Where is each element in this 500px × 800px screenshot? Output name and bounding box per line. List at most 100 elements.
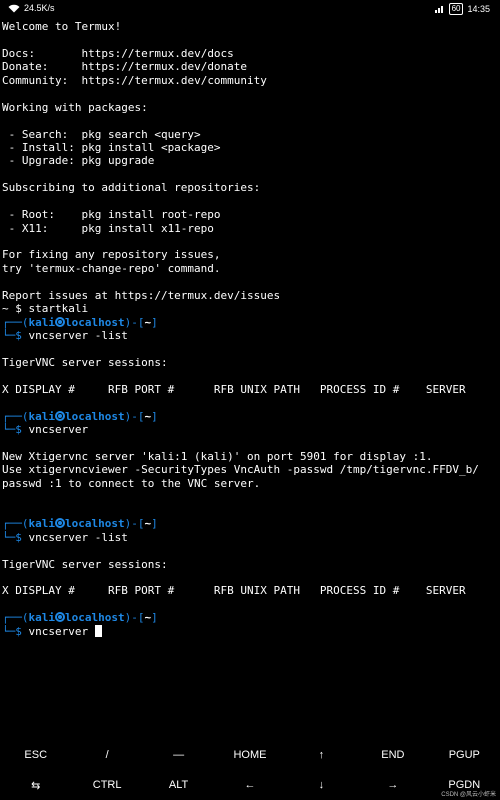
repos-heading: Subscribing to additional repositories: (2, 181, 261, 195)
prompt-host: localhost (65, 611, 125, 625)
command-text: vncserver -list (28, 530, 128, 544)
key-ctrl[interactable]: CTRL (71, 770, 142, 800)
prompt-top: ┌──(kali localhost)-[~] (2, 517, 498, 530)
prompt-symbol: └─$ (2, 423, 29, 437)
sessions-table-header: X DISPLAY # RFB PORT # RFB UNIX PATH PRO… (2, 584, 466, 598)
clock: 14:35 (467, 4, 490, 14)
prompt-frame: ] (151, 315, 158, 329)
fix-repo-line-1: For fixing any repository issues, (2, 248, 221, 262)
prompt-bottom: └─$ vncserver (2, 423, 498, 436)
community-line: Community: https://termux.dev/community (2, 74, 498, 87)
prompt-symbol: └─$ (2, 624, 29, 638)
active-prompt[interactable]: └─$ vncserver (2, 624, 498, 638)
docs-url: https://termux.dev/docs (81, 46, 234, 60)
key-left-arrow[interactable]: ← (214, 770, 285, 800)
prompt-top: ┌──(kali localhost)-[~] (2, 611, 498, 624)
kali-dragon-icon (55, 612, 65, 623)
docs-label: Docs: (2, 46, 36, 60)
sessions-heading: TigerVNC server sessions: (2, 557, 168, 571)
key-esc[interactable]: ESC (0, 740, 71, 770)
repo-root-line: - Root: pkg install root-repo (2, 208, 221, 222)
prompt-frame: )-[ (124, 517, 145, 531)
prompt-top: ┌──(kali localhost)-[~] (2, 410, 498, 423)
prompt-frame: )-[ (124, 409, 145, 423)
community-label: Community: (2, 73, 69, 87)
status-right: 60 14:35 (434, 3, 490, 15)
prompt-bottom: └─$ vncserver -list (2, 329, 498, 342)
key-dash[interactable]: — (143, 740, 214, 770)
key-tab[interactable]: ⇆ (0, 770, 71, 800)
prompt-frame: ┌──( (2, 315, 29, 329)
startkali-command: ~ $ startkali (2, 302, 89, 316)
key-up-arrow[interactable]: ↑ (286, 740, 357, 770)
sessions-heading: TigerVNC server sessions: (2, 355, 168, 369)
pkg-install-line: - Install: pkg install <package> (2, 140, 221, 154)
prompt-frame: ┌──( (2, 409, 29, 423)
community-url: https://termux.dev/community (81, 73, 267, 87)
prompt-frame: ┌──( (2, 611, 29, 625)
command-input[interactable]: vncserver (29, 625, 89, 638)
terminal-output[interactable]: Welcome to Termux! Docs: https://termux.… (2, 20, 498, 720)
prompt-symbol: └─$ (2, 530, 29, 544)
donate-url: https://termux.dev/donate (81, 60, 248, 74)
prompt-top: ┌──(kali localhost)-[~] (2, 316, 498, 329)
watermark: CSDN @风云小虾米 (441, 792, 496, 798)
prompt-frame: ] (151, 409, 158, 423)
donate-label: Donate: (2, 60, 49, 74)
key-home[interactable]: HOME (214, 740, 285, 770)
passwd-line: passwd :1 to connect to the VNC server. (2, 476, 261, 490)
extra-keys-bar: ESC / — HOME ↑ END PGUP ⇆ CTRL ALT ← ↓ →… (0, 740, 500, 800)
prompt-host: localhost (65, 517, 125, 531)
repo-x11-line: - X11: pkg install x11-repo (2, 221, 214, 235)
prompt-frame: ] (151, 611, 158, 625)
status-left: 24.5K/s (8, 3, 55, 13)
prompt-frame: ] (151, 517, 158, 531)
use-viewer-line: Use xtigervncviewer -SecurityTypes VncAu… (2, 463, 479, 477)
docs-line: Docs: https://termux.dev/docs (2, 47, 498, 60)
prompt-user: kali (28, 315, 56, 329)
network-speed: 24.5K/s (24, 3, 55, 13)
donate-line: Donate: https://termux.dev/donate (2, 60, 498, 73)
sessions-table-header: X DISPLAY # RFB PORT # RFB UNIX PATH PRO… (2, 382, 466, 396)
status-bar: 24.5K/s 60 14:35 (0, 0, 500, 18)
pkg-search-line: - Search: pkg search <query> (2, 127, 201, 141)
pkg-upgrade-line: - Upgrade: pkg upgrade (2, 154, 155, 168)
key-pgup[interactable]: PGUP (429, 740, 500, 770)
prompt-frame: )-[ (124, 315, 145, 329)
prompt-host: localhost (65, 315, 125, 329)
welcome-line: Welcome to Termux! (2, 20, 122, 33)
key-end[interactable]: END (357, 740, 428, 770)
prompt-user: kali (28, 517, 56, 531)
fix-repo-line-2: try 'termux-change-repo' command. (2, 261, 221, 275)
packages-heading: Working with packages: (2, 100, 148, 114)
kali-dragon-icon (55, 410, 65, 421)
prompt-frame: )-[ (124, 611, 145, 625)
report-line: Report issues at https://termux.dev/issu… (2, 288, 281, 302)
key-alt[interactable]: ALT (143, 770, 214, 800)
key-down-arrow[interactable]: ↓ (286, 770, 357, 800)
signal-icon (434, 4, 445, 15)
command-text: vncserver (28, 423, 89, 437)
text-cursor (94, 624, 102, 637)
prompt-bottom: └─$ vncserver -list (2, 531, 498, 544)
key-slash[interactable]: / (71, 740, 142, 770)
key-right-arrow[interactable]: → (357, 770, 428, 800)
kali-dragon-icon (55, 518, 65, 529)
battery-icon: 60 (448, 3, 464, 15)
prompt-user: kali (28, 611, 56, 625)
prompt-frame: ┌──( (2, 517, 29, 531)
command-text: vncserver -list (28, 329, 128, 343)
